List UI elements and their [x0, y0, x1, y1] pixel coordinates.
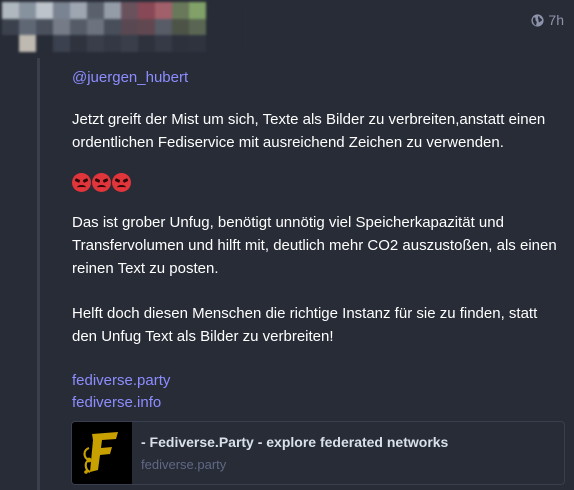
link-list: fediverse.party fediverse.info [72, 370, 562, 414]
avatar[interactable] [2, 2, 240, 52]
fediverse-party-logo [83, 432, 118, 474]
link-fediverse-info[interactable]: fediverse.info [72, 392, 562, 414]
globe-icon[interactable] [531, 13, 545, 27]
card-title: - Fediverse.Party - explore federated ne… [141, 433, 449, 450]
angry-face-emoji [92, 173, 111, 192]
status-paragraph: Jetzt greift der Mist um sich, Texte als… [72, 111, 546, 151]
mention-link[interactable]: @juergen_hubert [72, 66, 188, 89]
card-thumbnail [72, 422, 132, 484]
relative-timestamp[interactable]: 7h [548, 12, 564, 28]
link-fediverse-party[interactable]: fediverse.party [72, 370, 562, 392]
emoji-row [72, 171, 562, 193]
card-host: fediverse.party [141, 456, 227, 472]
thread-line [37, 58, 40, 490]
status-paragraph: Helft doch diesen Menschen die richtige … [72, 305, 538, 345]
status-meta: 7h [531, 12, 564, 28]
status-content: @juergen_hubert Jetzt greift der Mist um… [72, 64, 562, 414]
angry-face-emoji [112, 173, 131, 192]
angry-face-emoji [72, 173, 91, 192]
link-preview-card[interactable]: - Fediverse.Party - explore federated ne… [71, 421, 565, 485]
status-paragraph: Das ist grober Unfug, benötigt unnötig v… [72, 214, 557, 277]
